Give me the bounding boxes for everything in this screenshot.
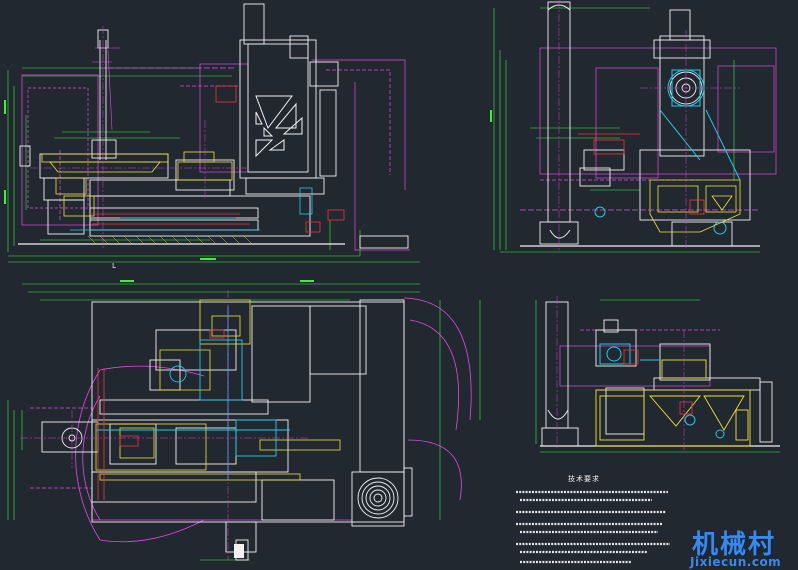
technical-requirements-title: 技术要求 bbox=[568, 475, 600, 483]
plan-view bbox=[7, 283, 481, 561]
cad-drawing-canvas bbox=[4, 0, 780, 561]
technical-requirements-text bbox=[516, 490, 670, 564]
front-view bbox=[7, 3, 420, 263]
scale-mark: L bbox=[112, 262, 117, 270]
detail-view bbox=[535, 296, 780, 453]
side-view bbox=[493, 0, 777, 253]
cad-drawing-sheet: L 技术要求 机械村 Jixiecun.com bbox=[0, 0, 798, 570]
watermark-url: Jixiecun.com bbox=[690, 555, 782, 569]
